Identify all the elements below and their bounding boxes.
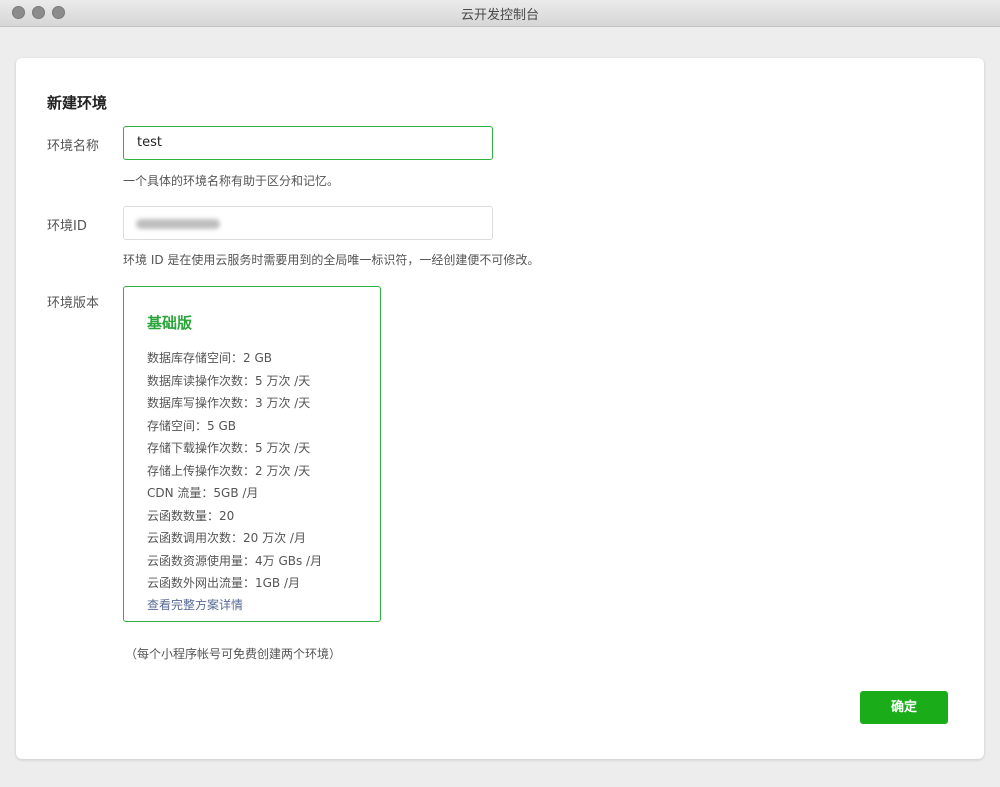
plan-feature: 存储上传操作次数：2 万次 /天 [147,463,311,478]
env-id-redacted-value [136,219,220,229]
app-window: 云开发控制台 新建环境 环境名称 test 一个具体的环境名称有助于区分和记忆。… [0,0,1000,787]
plan-feature: CDN 流量：5GB /月 [147,486,259,500]
plan-feature: 数据库读操作次数：5 万次 /天 [147,373,311,388]
plan-feature: 数据库写操作次数：3 万次 /天 [147,396,311,410]
plan-feature: 数据库存储空间：2 GB [147,351,272,365]
plan-feature: 云函数数量：20 [147,508,235,523]
plan-feature-list: 数据库存储空间：2 GB 数据库读操作次数：5 万次 /天 数据库写操作次数：3… [147,347,322,595]
plan-feature: 云函数调用次数：20 万次 /月 [147,531,306,545]
environment-quota-note: （每个小程序帐号可免费创建两个环境） [125,647,342,661]
env-id-help: 环境 ID 是在使用云服务时需要用到的全局唯一标识符，一经创建便不可修改。 [123,253,540,267]
env-version-label: 环境版本 [47,296,100,311]
env-id-label: 环境ID [47,219,87,234]
plan-feature: 云函数资源使用量：4万 GBs /月 [147,553,323,568]
title-bar: 云开发控制台 [0,0,1000,27]
create-environment-panel: 新建环境 环境名称 test 一个具体的环境名称有助于区分和记忆。 环境ID 环… [16,58,984,759]
plan-feature: 存储空间：5 GB [147,418,236,433]
env-name-value: test [137,135,162,150]
plan-details-link[interactable]: 查看完整方案详情 [147,596,243,613]
confirm-button[interactable]: 确定 [860,691,948,724]
window-title: 云开发控制台 [460,8,539,23]
plan-card-basic[interactable]: 基础版 数据库存储空间：2 GB 数据库读操作次数：5 万次 /天 数据库写操作… [123,286,381,622]
plan-feature: 云函数外网出流量：1GB /月 [147,576,301,590]
plan-title: 基础版 [147,314,193,332]
plan-feature: 存储下载操作次数：5 万次 /天 [147,441,311,455]
env-name-help: 一个具体的环境名称有助于区分和记忆。 [123,174,340,188]
env-name-input[interactable]: test [123,126,493,160]
page-title: 新建环境 [47,94,108,112]
env-name-label: 环境名称 [47,139,100,154]
env-id-input[interactable] [123,206,493,240]
